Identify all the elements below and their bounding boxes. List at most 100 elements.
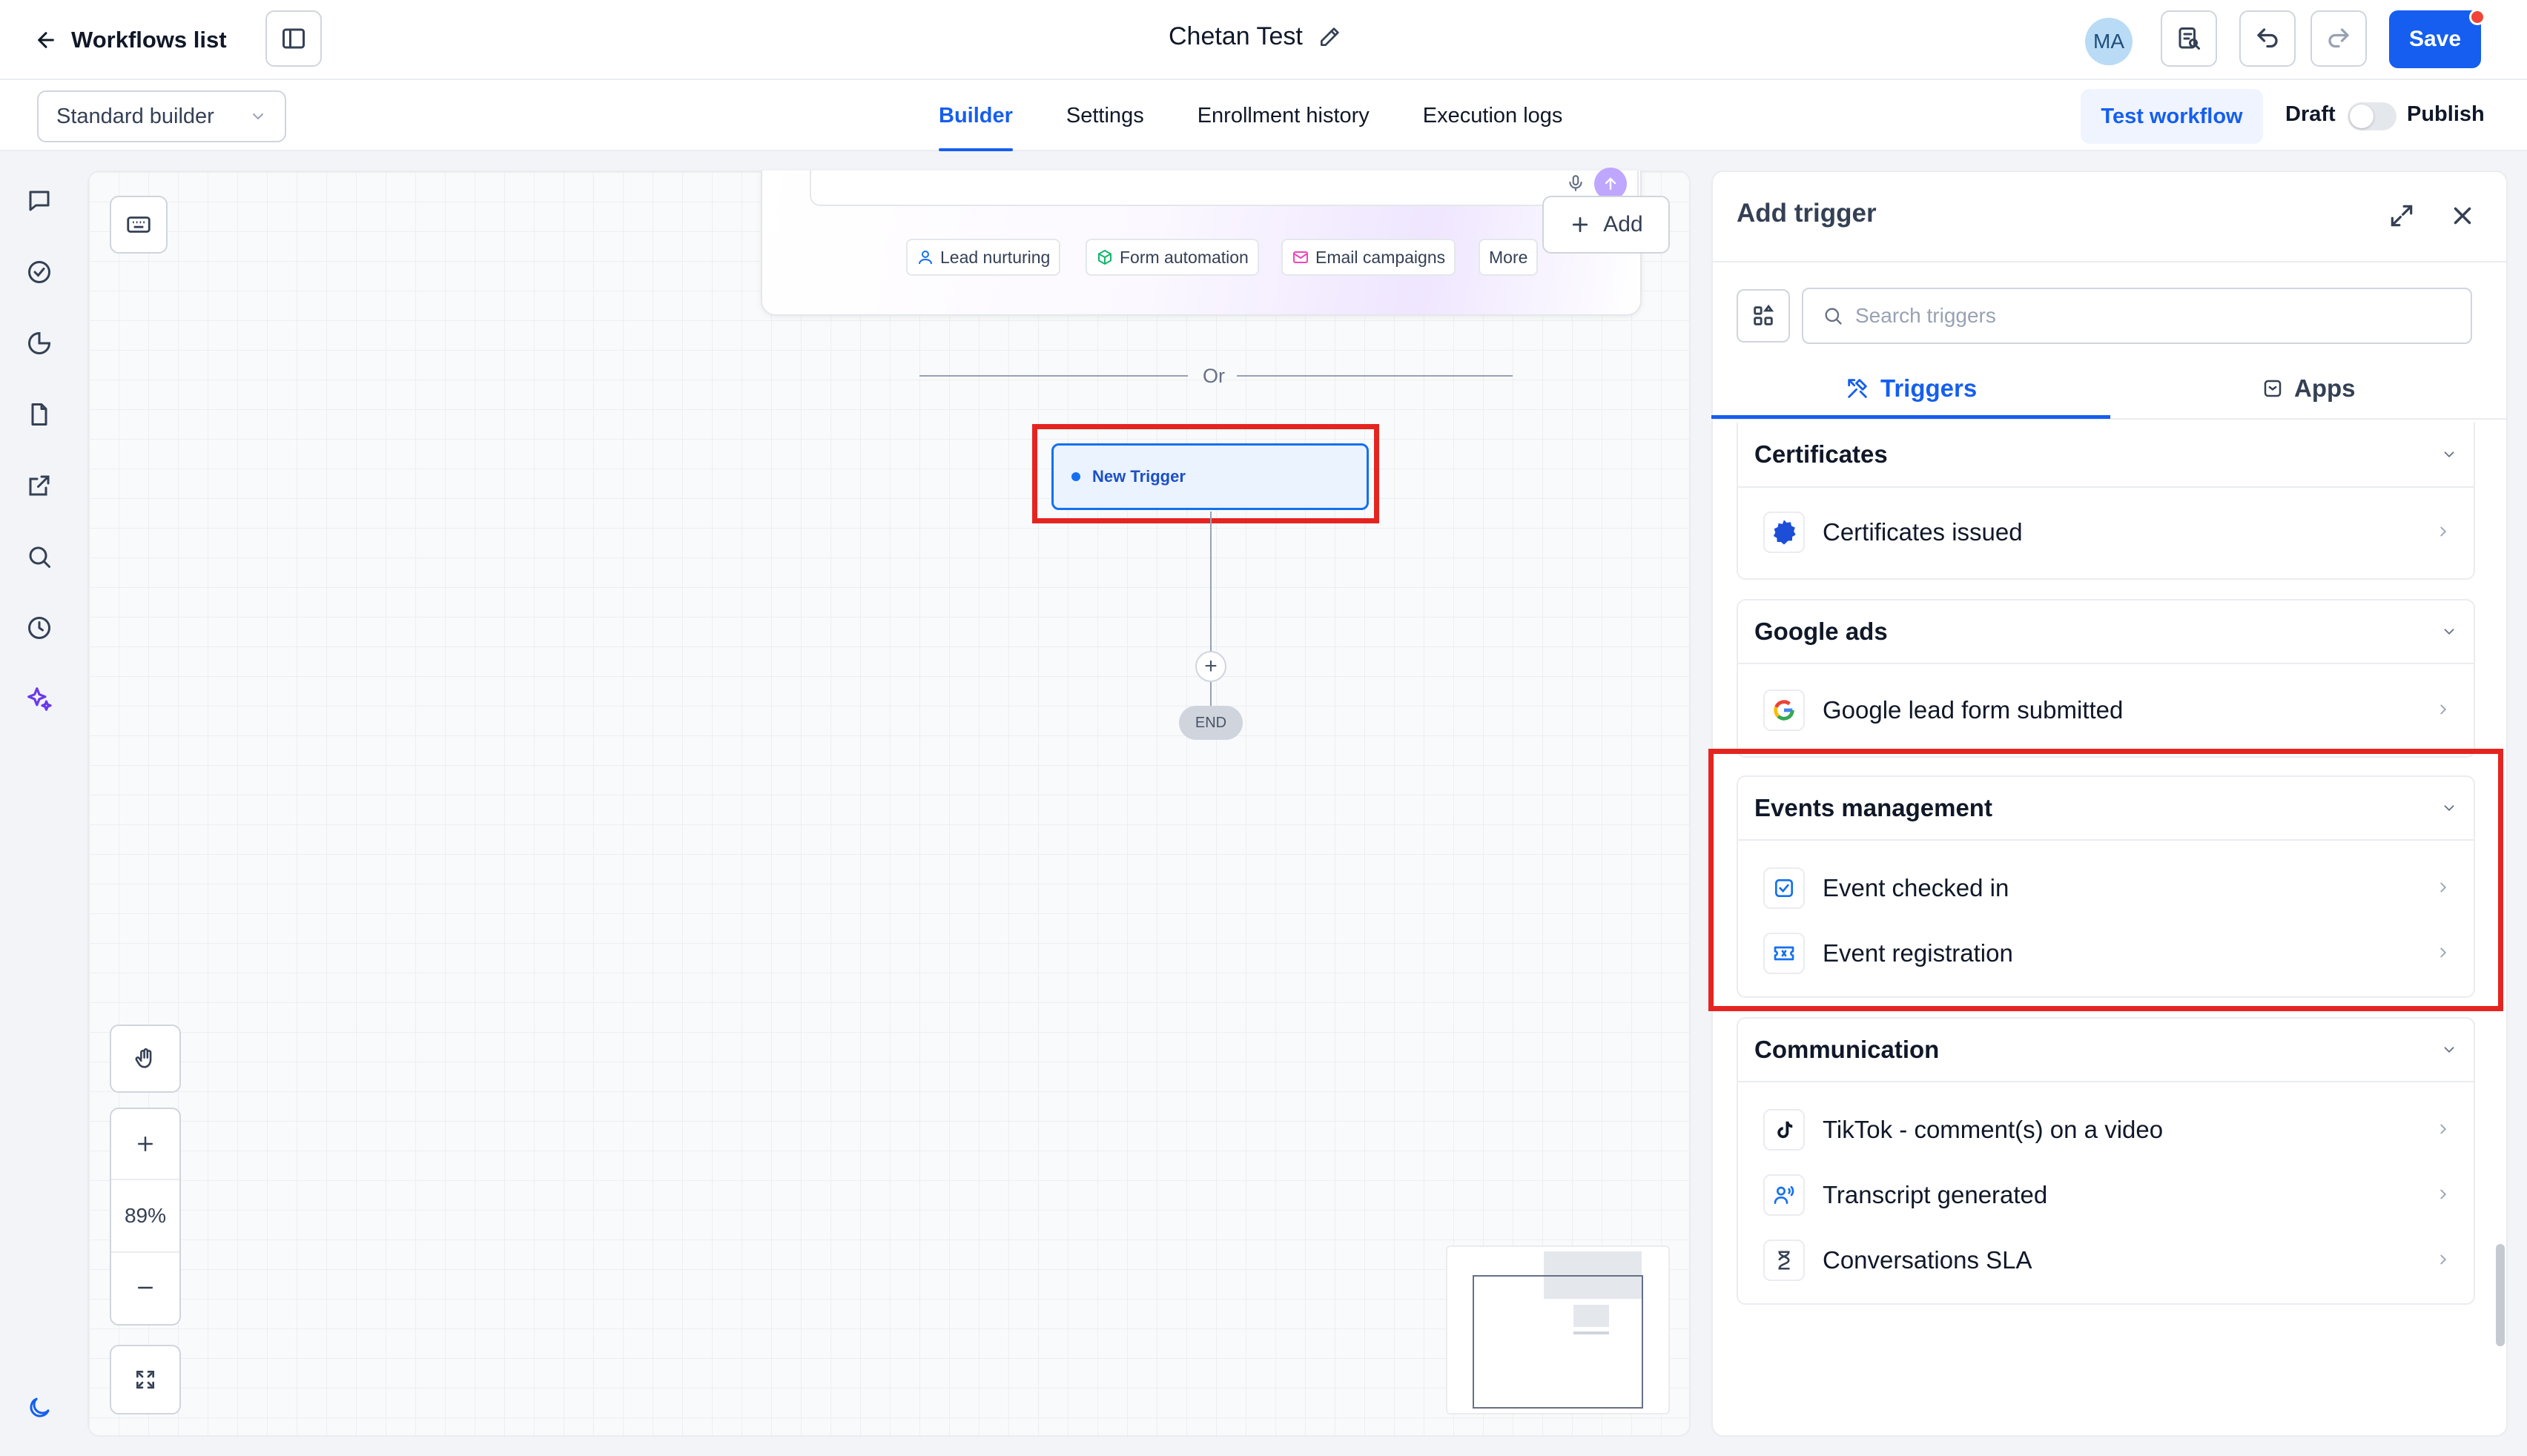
edit-pencil-icon[interactable] — [1318, 25, 1341, 49]
trigger-item-tiktok-comment[interactable]: TikTok - comment(s) on a video — [1738, 1097, 2474, 1162]
search-icon[interactable] — [22, 540, 56, 574]
cube-icon — [1096, 248, 1114, 266]
category-communication: Communication TikTok - comment(s) on a v… — [1737, 1017, 2475, 1305]
back-to-workflows-link[interactable]: Workflows list — [34, 19, 227, 61]
test-workflow-button[interactable]: Test workflow — [2081, 89, 2263, 144]
external-link-icon[interactable] — [22, 469, 56, 503]
trigger-item-label: Certificates issued — [1823, 518, 2023, 546]
new-trigger-node[interactable]: New Trigger — [1051, 443, 1369, 510]
tab-apps[interactable]: Apps — [2262, 359, 2356, 418]
panel-scrollbar[interactable] — [2496, 1244, 2505, 1346]
arrow-left-icon — [34, 28, 58, 52]
category-header[interactable]: Communication — [1738, 1019, 2474, 1082]
hand-icon — [133, 1046, 158, 1071]
google-icon — [1763, 689, 1805, 731]
fit-screen-icon — [133, 1368, 157, 1392]
builder-type-select[interactable]: Standard builder — [37, 90, 286, 142]
sparkles-icon[interactable] — [22, 682, 56, 716]
toggle-sidebar-button[interactable] — [265, 10, 322, 67]
user-icon — [916, 248, 934, 266]
pan-tool-button[interactable] — [110, 1025, 181, 1093]
trigger-item-certificates-issued[interactable]: Certificates issued — [1738, 488, 2474, 577]
category-title: Certificates — [1754, 440, 1888, 468]
search-icon — [1823, 305, 1843, 326]
pie-chart-icon[interactable] — [22, 326, 56, 360]
microphone-icon[interactable] — [1566, 173, 1585, 193]
chip-label: Lead nurturing — [940, 247, 1051, 267]
chevron-right-icon — [2435, 1121, 2451, 1137]
panel-title: Add trigger — [1737, 199, 1877, 228]
category-view-button[interactable] — [1737, 289, 1790, 343]
zoom-controls: 89% — [110, 1108, 181, 1326]
trigger-node-label: New Trigger — [1092, 467, 1186, 486]
sidebar-panel-icon — [280, 25, 307, 52]
grid-icon — [1751, 303, 1776, 328]
trigger-item-label: Conversations SLA — [1823, 1246, 2032, 1274]
minimap-viewport — [1473, 1275, 1643, 1409]
moon-icon[interactable] — [22, 1391, 56, 1425]
tab-builder[interactable]: Builder — [939, 80, 1013, 151]
publish-toggle[interactable] — [2348, 102, 2396, 130]
tab-triggers-label: Triggers — [1880, 374, 1978, 402]
undo-button[interactable] — [2239, 10, 2296, 67]
chevron-right-icon — [2435, 1186, 2451, 1202]
chevron-right-icon — [2435, 701, 2451, 718]
chevron-down-icon — [2441, 446, 2457, 463]
tools-icon — [1845, 376, 1870, 401]
category-header[interactable]: Google ads — [1738, 600, 2474, 664]
check-circle-icon[interactable] — [22, 255, 56, 289]
chip-email-campaigns[interactable]: Email campaigns — [1281, 239, 1456, 276]
category-google-ads: Google ads Google lead form submitted — [1737, 599, 2475, 758]
user-avatar[interactable]: MA — [2085, 18, 2133, 65]
arrow-up-icon — [1602, 175, 1619, 193]
history-icon[interactable] — [22, 611, 56, 645]
active-tab-underline — [1711, 415, 2110, 419]
tab-apps-label: Apps — [2294, 374, 2356, 402]
ai-prompt-input[interactable] — [810, 171, 1639, 206]
draft-label: Draft — [2285, 102, 2336, 126]
chevron-down-icon — [2441, 623, 2457, 640]
panel-header-divider — [1711, 261, 2508, 262]
close-icon[interactable] — [2448, 202, 2477, 230]
chip-lead-nurturing[interactable]: Lead nurturing — [906, 239, 1061, 276]
end-node: END — [1179, 706, 1243, 740]
zoom-level: 89% — [111, 1180, 179, 1253]
add-button[interactable]: Add — [1542, 196, 1670, 254]
trigger-item-transcript-generated[interactable]: Transcript generated — [1738, 1162, 2474, 1228]
workflow-title: Chetan Test — [1169, 22, 1341, 51]
document-icon[interactable] — [22, 397, 56, 431]
zoom-in-button[interactable] — [111, 1109, 179, 1180]
tab-settings[interactable]: Settings — [1066, 80, 1144, 151]
chip-label: Form automation — [1120, 247, 1249, 267]
save-button[interactable]: Save — [2389, 10, 2481, 68]
search-placeholder: Search triggers — [1855, 304, 1996, 327]
zoom-out-button[interactable] — [111, 1253, 179, 1323]
workflow-notes-button[interactable] — [2161, 10, 2217, 67]
redo-button[interactable] — [2310, 10, 2367, 67]
add-step-button[interactable]: + — [1195, 651, 1226, 682]
chip-label: Email campaigns — [1315, 247, 1446, 267]
voice-icon — [1763, 1174, 1805, 1216]
expand-icon[interactable] — [2388, 202, 2416, 230]
divider-left — [919, 375, 1188, 377]
back-label: Workflows list — [71, 27, 227, 53]
tab-execution-logs[interactable]: Execution logs — [1423, 80, 1563, 151]
chevron-down-icon — [2441, 1042, 2457, 1058]
chip-label: More — [1489, 247, 1528, 267]
publish-label: Publish — [2407, 102, 2485, 126]
search-triggers-input[interactable]: Search triggers — [1802, 288, 2472, 344]
keyboard-shortcuts-button[interactable] — [110, 196, 168, 254]
tab-enrollment-history[interactable]: Enrollment history — [1198, 80, 1370, 151]
app-window-icon — [2262, 377, 2284, 400]
trigger-item-label: Transcript generated — [1823, 1181, 2048, 1208]
chip-form-automation[interactable]: Form automation — [1086, 239, 1259, 276]
trigger-item-conversations-sla[interactable]: Conversations SLA — [1738, 1228, 2474, 1293]
fit-view-button[interactable] — [110, 1345, 181, 1414]
category-header[interactable]: Certificates — [1738, 423, 2474, 488]
category-certificates: Certificates Certificates issued — [1737, 423, 2475, 580]
chat-icon[interactable] — [22, 184, 56, 218]
chip-more[interactable]: More — [1479, 239, 1539, 276]
trigger-item-google-lead-form[interactable]: Google lead form submitted — [1738, 664, 2474, 756]
tab-triggers[interactable]: Triggers — [1845, 359, 1977, 418]
plus-icon — [1569, 214, 1591, 236]
